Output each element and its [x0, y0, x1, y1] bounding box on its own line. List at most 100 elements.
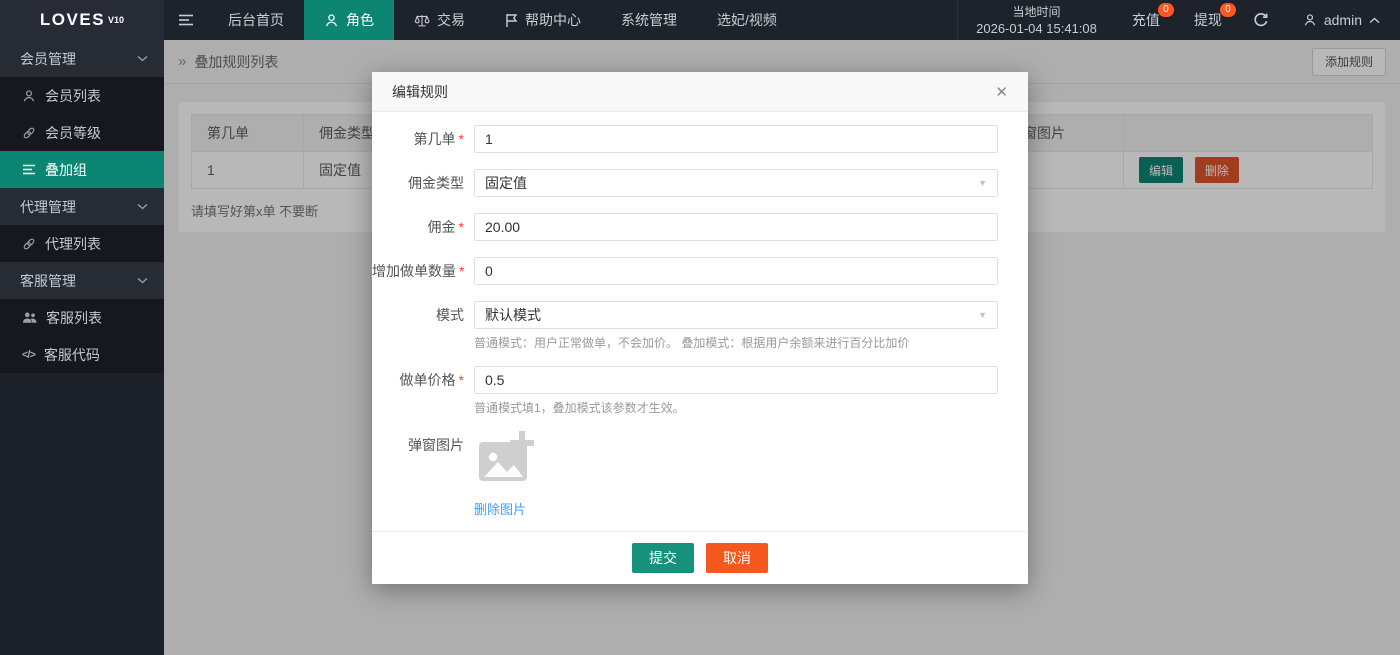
sidebar: 会员管理 会员列表 会员等级 叠加组 代理管理 — [0, 40, 164, 655]
nav-item-dashboard[interactable]: 后台首页 — [208, 0, 304, 40]
field-label: 弹窗图片 — [408, 437, 464, 453]
local-time: 当地时间 2026-01-04 15:41:08 — [957, 0, 1115, 40]
cancel-button[interactable]: 取消 — [706, 543, 768, 573]
nav-item-roles[interactable]: 角色 — [304, 0, 394, 40]
nav-item-label: 选妃/视频 — [717, 10, 777, 30]
required-mark: * — [459, 372, 464, 388]
form-row-popup-image: 弹窗图片 删除图片 — [372, 431, 1028, 519]
sidebar-item-label: 会员列表 — [45, 86, 101, 106]
recharge-label: 充值 — [1132, 10, 1160, 30]
field-label: 增加做单数量 — [372, 263, 456, 279]
sidebar-item-label: 叠加组 — [45, 160, 87, 180]
modal-body: 第几单* 佣金类型 固定值 ▼ 佣金* 增加做单数量* — [372, 112, 1028, 519]
chevron-down-icon — [137, 55, 148, 62]
nav-item-video[interactable]: 选妃/视频 — [697, 0, 797, 40]
nav-item-system[interactable]: 系统管理 — [601, 0, 697, 40]
user-icon — [1303, 13, 1317, 27]
user-name: admin — [1324, 12, 1362, 28]
commission-input[interactable] — [474, 213, 998, 241]
local-time-label: 当地时间 — [1012, 4, 1060, 20]
field-label: 做单价格 — [400, 372, 456, 388]
chevron-down-icon — [137, 203, 148, 210]
scales-icon — [414, 13, 430, 28]
commission-type-select[interactable]: 固定值 ▼ — [474, 169, 998, 197]
chevron-down-icon: ▼ — [978, 310, 987, 320]
image-upload-placeholder[interactable] — [474, 431, 536, 485]
form-row-add-order-count: 增加做单数量* — [372, 257, 1028, 285]
nav-item-label: 后台首页 — [228, 10, 284, 30]
sidebar-section-service-management[interactable]: 客服管理 — [0, 262, 164, 299]
sidebar-item-member-level[interactable]: 会员等级 — [0, 114, 164, 151]
nav-item-label: 系统管理 — [621, 10, 677, 30]
field-label: 第几单 — [414, 131, 456, 147]
top-navbar: LOVESV10 后台首页 角色 — [0, 0, 1400, 40]
modal-header: 编辑规则 ✕ — [372, 72, 1028, 112]
link-icon — [22, 126, 36, 140]
sidebar-item-agent-list[interactable]: 代理列表 — [0, 225, 164, 262]
field-label: 模式 — [436, 307, 464, 323]
field-label: 佣金类型 — [408, 175, 464, 191]
user-menu[interactable]: admin — [1283, 0, 1400, 40]
sidebar-item-label: 客服代码 — [44, 345, 100, 365]
order-no-input[interactable] — [474, 125, 998, 153]
sidebar-toggle-button[interactable] — [164, 0, 208, 40]
refresh-button[interactable] — [1239, 0, 1283, 40]
close-icon[interactable]: ✕ — [995, 83, 1008, 101]
sidebar-item-label: 会员等级 — [45, 123, 101, 143]
hamburger-icon — [178, 14, 194, 26]
sidebar-section-label: 代理管理 — [20, 197, 76, 217]
sidebar-section-member-management[interactable]: 会员管理 — [0, 40, 164, 77]
required-mark: * — [459, 131, 464, 147]
submit-button[interactable]: 提交 — [632, 543, 694, 573]
flag-icon — [505, 13, 518, 28]
sidebar-item-service-list[interactable]: 客服列表 — [0, 299, 164, 336]
sidebar-item-service-code[interactable]: </> 客服代码 — [0, 336, 164, 373]
app-logo-version: V10 — [108, 15, 124, 25]
users-icon — [22, 311, 37, 324]
select-value: 固定值 — [485, 173, 527, 193]
withdraw-label: 提现 — [1194, 10, 1222, 30]
mode-select[interactable]: 默认模式 ▼ — [474, 301, 998, 329]
delete-image-link[interactable]: 删除图片 — [474, 499, 526, 518]
sidebar-section-label: 会员管理 — [20, 49, 76, 69]
recharge-button[interactable]: 充值 0 — [1115, 0, 1177, 40]
form-row-mode: 模式 默认模式 ▼ 普通模式：用户正常做单，不会加价。 叠加模式：根据用户余额来… — [372, 301, 1028, 350]
form-row-commission: 佣金* — [372, 213, 1028, 241]
select-value: 默认模式 — [485, 305, 541, 325]
required-mark: * — [459, 219, 464, 235]
nav-item-help-center[interactable]: 帮助中心 — [485, 0, 601, 40]
order-price-input[interactable] — [474, 366, 998, 394]
mode-help-text: 普通模式：用户正常做单，不会加价。 叠加模式：根据用户余额来进行百分比加价 — [474, 336, 998, 350]
list-icon — [22, 164, 36, 175]
chevron-down-icon: ▼ — [978, 178, 987, 188]
sidebar-item-label: 客服列表 — [46, 308, 102, 328]
sidebar-item-member-list[interactable]: 会员列表 — [0, 77, 164, 114]
user-icon — [22, 89, 36, 103]
sidebar-item-stack-group[interactable]: 叠加组 — [0, 151, 164, 188]
sidebar-section-agent-management[interactable]: 代理管理 — [0, 188, 164, 225]
order-price-help-text: 普通模式填1，叠加模式该参数才生效。 — [474, 401, 998, 415]
sidebar-section-label: 客服管理 — [20, 271, 76, 291]
edit-rule-modal: 编辑规则 ✕ 第几单* 佣金类型 固定值 ▼ 佣金* 增加 — [372, 72, 1028, 584]
nav-item-label: 帮助中心 — [525, 10, 581, 30]
nav-item-trade[interactable]: 交易 — [394, 0, 485, 40]
add-order-count-input[interactable] — [474, 257, 998, 285]
nav-item-label: 角色 — [346, 10, 374, 30]
chevron-down-icon — [137, 277, 148, 284]
nav-item-label: 交易 — [437, 10, 465, 30]
app-logo[interactable]: LOVESV10 — [0, 0, 164, 40]
withdraw-button[interactable]: 提现 0 — [1177, 0, 1239, 40]
main-menu: 后台首页 角色 交易 帮 — [208, 0, 797, 40]
form-row-commission-type: 佣金类型 固定值 ▼ — [372, 169, 1028, 197]
user-icon — [324, 13, 339, 28]
required-mark: * — [459, 263, 464, 279]
navbar-right: 当地时间 2026-01-04 15:41:08 充值 0 提现 0 adm — [957, 0, 1400, 40]
local-time-value: 2026-01-04 15:41:08 — [976, 20, 1097, 37]
form-row-order-price: 做单价格* 普通模式填1，叠加模式该参数才生效。 — [372, 366, 1028, 415]
form-row-order-no: 第几单* — [372, 125, 1028, 153]
modal-footer: 提交 取消 — [372, 531, 1028, 584]
refresh-icon — [1253, 12, 1269, 28]
app-logo-text: LOVES — [40, 10, 105, 30]
chevron-up-icon — [1369, 17, 1380, 24]
recharge-badge: 0 — [1158, 3, 1174, 17]
